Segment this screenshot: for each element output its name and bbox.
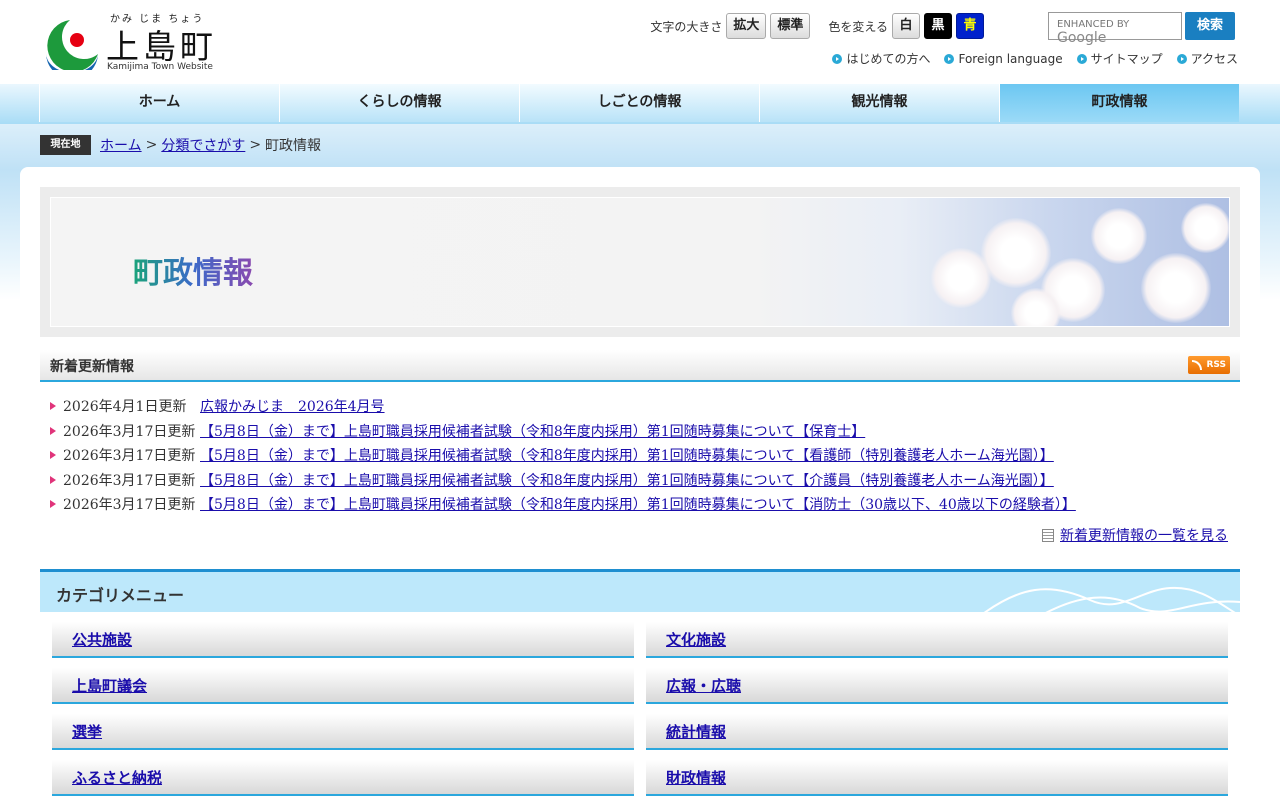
nav-living[interactable]: くらしの情報 (279, 84, 519, 122)
update-link[interactable]: 広報かみじま 2026年4月号 (200, 396, 385, 416)
arrow-circle-icon (1076, 53, 1087, 64)
breadcrumb-category[interactable]: 分類でさがす (161, 135, 245, 155)
category-item: 選挙 (52, 714, 634, 750)
page-banner: 町政情報 (40, 187, 1240, 337)
nav-home[interactable]: ホーム (39, 84, 279, 122)
category-public-facilities[interactable]: 公共施設 (72, 631, 132, 649)
category-town-council[interactable]: 上島町議会 (72, 677, 147, 695)
breadcrumb-home[interactable]: ホーム (100, 135, 142, 155)
list-item: 2026年4月1日更新 広報かみじま 2026年4月号 (50, 394, 1240, 419)
update-link[interactable]: 【5月8日（金）まで】上島町職員採用候補者試験（令和8年度内採用）第1回随時募集… (200, 445, 1054, 465)
update-date: 2026年3月17日更新 (63, 497, 196, 514)
list-item: 2026年3月17日更新 【5月8日（金）まで】上島町職員採用候補者試験（令和8… (50, 419, 1240, 444)
color-label: 色を変える (828, 19, 888, 34)
bullet-icon (50, 402, 56, 411)
updates-more-link[interactable]: 新着更新情報の一覧を見る (1060, 525, 1228, 545)
bullet-icon (50, 426, 56, 435)
breadcrumb-sep: > (249, 137, 262, 153)
document-icon (1042, 528, 1054, 542)
category-item: 統計情報 (646, 714, 1228, 750)
category-cultural-facilities[interactable]: 文化施設 (666, 631, 726, 649)
header-links: はじめての方へ Foreign language サイトマップ アクセス (818, 50, 1238, 67)
link-first-time[interactable]: はじめての方へ (832, 50, 930, 67)
category-item: 財政情報 (646, 760, 1228, 796)
list-item: 2026年3月17日更新 【5月8日（金）まで】上島町職員採用候補者試験（令和8… (50, 492, 1240, 517)
category-item: 上島町議会 (52, 668, 634, 704)
arrow-circle-icon (832, 53, 843, 64)
category-menu-header: カテゴリメニュー (40, 569, 1240, 612)
arrow-circle-icon (1176, 53, 1187, 64)
bullet-icon (50, 475, 56, 484)
category-elections[interactable]: 選挙 (72, 723, 102, 741)
update-date: 2026年3月17日更新 (63, 472, 196, 489)
update-link[interactable]: 【5月8日（金）まで】上島町職員採用候補者試験（令和8年度内採用）第1回随時募集… (200, 494, 1076, 514)
update-date: 2026年3月17日更新 (63, 423, 196, 440)
updates-header: 新着更新情報 RSS (40, 350, 1240, 382)
update-link[interactable]: 【5月8日（金）まで】上島町職員採用候補者試験（令和8年度内採用）第1回随時募集… (200, 470, 1054, 490)
update-link[interactable]: 【5月8日（金）まで】上島町職員採用候補者試験（令和8年度内採用）第1回随時募集… (200, 421, 865, 441)
updates-title: 新着更新情報 (50, 359, 134, 375)
link-access[interactable]: アクセス (1176, 50, 1238, 67)
category-item: ふるさと納税 (52, 760, 634, 796)
bullet-icon (50, 451, 56, 460)
color-black-button[interactable]: 黒 (924, 13, 952, 39)
current-location-label: 現在地 (40, 135, 91, 155)
nav-tourism[interactable]: 観光情報 (759, 84, 999, 122)
logo-title: 上島町 (106, 27, 217, 66)
search-google-text: Google (1057, 30, 1107, 46)
link-foreign-language[interactable]: Foreign language (944, 50, 1063, 67)
main-content: 町政情報 新着更新情報 RSS 2026年4月1日更新 広報かみじま 2026年… (20, 167, 1260, 800)
color-blue-button[interactable]: 青 (956, 13, 984, 39)
search-button[interactable]: 検索 (1185, 12, 1235, 40)
category-finance[interactable]: 財政情報 (666, 769, 726, 787)
list-item: 2026年3月17日更新 【5月8日（金）まで】上島町職員採用候補者試験（令和8… (50, 443, 1240, 468)
logo-subtitle: Kamijima Town Website (107, 62, 213, 72)
breadcrumb-current: 町政情報 (265, 138, 322, 154)
updates-list: 2026年4月1日更新 広報かみじま 2026年4月号 2026年3月17日更新… (50, 394, 1240, 517)
town-emblem-icon (45, 20, 98, 70)
nav-business[interactable]: しごとの情報 (519, 84, 759, 122)
updates-more: 新着更新情報の一覧を見る (1042, 525, 1228, 545)
rss-icon[interactable]: RSS (1188, 356, 1230, 374)
page-title: 町政情報 (133, 248, 253, 292)
category-item: 広報・広聴 (646, 668, 1228, 704)
update-date: 2026年3月17日更新 (63, 448, 196, 465)
font-enlarge-button[interactable]: 拡大 (726, 13, 767, 39)
nav-town-government[interactable]: 町政情報 (999, 84, 1239, 122)
list-item: 2026年3月17日更新 【5月8日（金）まで】上島町職員採用候補者試験（令和8… (50, 468, 1240, 493)
category-public-relations[interactable]: 広報・広聴 (666, 677, 741, 695)
site-header: かみ じま ちょう 上島町 Kamijima Town Website 文字の大… (0, 0, 1280, 84)
arrow-circle-icon (944, 53, 955, 64)
update-date: 2026年4月1日更新 (63, 399, 187, 416)
breadcrumb: 現在地 ホーム > 分類でさがす > 町政情報 (40, 135, 321, 155)
category-item: 文化施設 (646, 622, 1228, 658)
color-white-button[interactable]: 白 (892, 13, 920, 39)
font-standard-button[interactable]: 標準 (770, 13, 811, 39)
category-hometown-tax[interactable]: ふるさと納税 (72, 769, 162, 787)
link-sitemap[interactable]: サイトマップ (1076, 50, 1163, 67)
wave-decoration-icon (983, 586, 1240, 612)
site-logo[interactable]: かみ じま ちょう 上島町 Kamijima Town Website (40, 10, 230, 76)
search-input[interactable]: ENHANCED BY Google (1048, 12, 1182, 46)
font-size-label: 文字の大きさ (650, 19, 723, 34)
search-brand-text: ENHANCED BY (1057, 19, 1130, 30)
breadcrumb-sep: > (145, 137, 158, 153)
category-menu-title: カテゴリメニュー (56, 586, 185, 605)
category-item: 公共施設 (52, 622, 634, 658)
global-nav: ホーム くらしの情報 しごとの情報 観光情報 町政情報 (0, 84, 1280, 124)
accessibility-tools: 文字の大きさ 拡大 標準 色を変える 白 黒 青 (650, 12, 988, 40)
category-statistics[interactable]: 統計情報 (666, 723, 726, 741)
bullet-icon (50, 500, 56, 509)
